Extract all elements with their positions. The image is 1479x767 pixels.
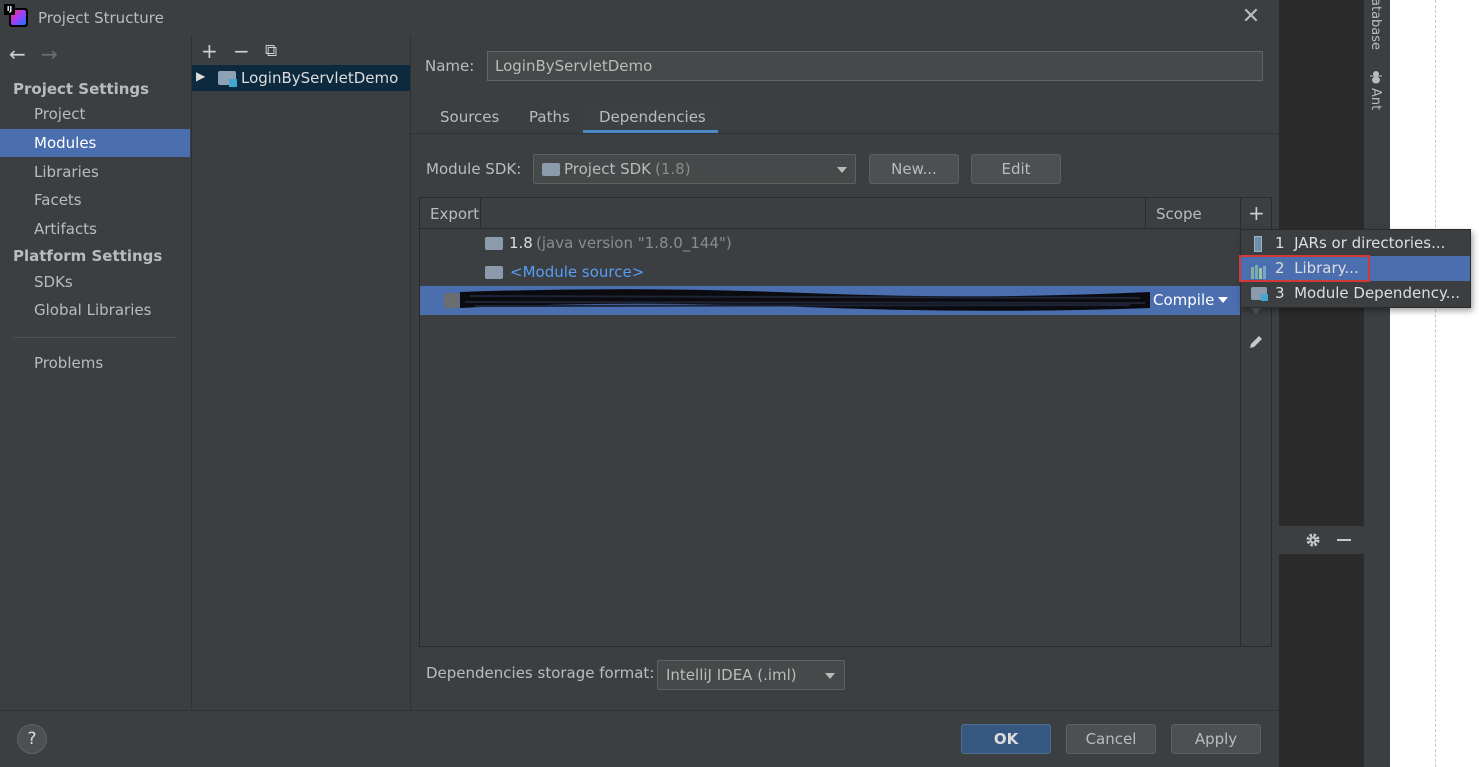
sidebar-item-global-libraries[interactable]: Global Libraries	[0, 296, 190, 324]
sidebar-item-libraries[interactable]: Libraries	[0, 158, 190, 186]
module-source-folder-icon	[485, 266, 503, 279]
table-header	[420, 198, 1240, 229]
menu-item-module-dependency[interactable]: 3 Module Dependency...	[1241, 281, 1470, 306]
tabs-divider	[411, 133, 1279, 134]
storage-format-value: IntelliJ IDEA (.iml)	[666, 666, 797, 684]
move-down-icon[interactable]	[1251, 308, 1261, 314]
chevron-down-icon	[825, 673, 835, 679]
storage-format-dropdown[interactable]: IntelliJ IDEA (.iml)	[657, 660, 845, 690]
sidebar-item-problems[interactable]: Problems	[0, 349, 190, 377]
cancel-button[interactable]: Cancel	[1066, 724, 1156, 754]
module-sdk-label: Module SDK:	[426, 160, 522, 178]
menu-item-number: 1	[1275, 234, 1285, 252]
add-dependency-icon[interactable]: +	[1248, 201, 1265, 225]
tab-dependencies[interactable]: Dependencies	[599, 108, 706, 126]
scope-column-header[interactable]: Scope	[1156, 205, 1202, 223]
jdk-folder-icon	[485, 237, 503, 250]
footer-divider	[0, 710, 1279, 711]
column-divider	[1145, 198, 1146, 228]
sidebar-item-modules[interactable]: Modules	[0, 129, 190, 157]
new-sdk-button[interactable]: New...	[869, 154, 959, 184]
ide-margin-line	[1435, 0, 1436, 767]
window-title: Project Structure	[38, 9, 164, 27]
tab-paths[interactable]: Paths	[529, 108, 570, 126]
help-button[interactable]: ?	[17, 724, 47, 754]
ant-icon	[1369, 70, 1383, 84]
chevron-down-icon	[837, 167, 847, 173]
sdk-folder-icon	[542, 163, 560, 176]
module-badge-icon	[1261, 294, 1268, 301]
sdk-value: Project SDK	[564, 160, 651, 178]
sidebar-item-facets[interactable]: Facets	[0, 186, 190, 214]
tree-item-label: LoginByServletDemo	[241, 69, 399, 87]
tab-sources[interactable]: Sources	[440, 108, 499, 126]
dependency-detail: (java version "1.8.0_144")	[536, 234, 732, 252]
sidebar-item-artifacts[interactable]: Artifacts	[0, 215, 190, 243]
module-source-link[interactable]: <Module source>	[510, 263, 644, 281]
ant-tool-label[interactable]: Ant	[1368, 88, 1383, 110]
gear-icon[interactable]	[1304, 531, 1322, 549]
active-tab-indicator	[583, 130, 718, 133]
apply-button[interactable]: Apply	[1171, 724, 1261, 754]
sidebar-item-project[interactable]: Project	[0, 100, 190, 128]
ide-right-toolstrip: atabase Ant	[1364, 0, 1390, 767]
expand-arrow-icon[interactable]: ▶	[196, 69, 205, 83]
scope-chevron-down-icon[interactable]	[1218, 297, 1228, 303]
red-highlight-box	[1239, 255, 1370, 282]
database-tool-label[interactable]: atabase	[1368, 0, 1383, 50]
edit-sdk-button[interactable]: Edit	[971, 154, 1061, 184]
module-name-field[interactable]	[487, 51, 1263, 81]
jar-icon	[1254, 236, 1262, 252]
menu-item-label: JARs or directories...	[1294, 234, 1446, 252]
ok-button[interactable]: OK	[961, 724, 1051, 754]
name-label: Name:	[425, 57, 475, 75]
scope-value[interactable]: Compile	[1153, 291, 1214, 309]
column-divider	[480, 198, 481, 228]
module-tree-panel	[192, 36, 411, 710]
export-checkbox[interactable]	[444, 293, 459, 308]
project-settings-header: Project Settings	[13, 80, 150, 98]
menu-item-number: 3	[1275, 284, 1285, 302]
platform-settings-header: Platform Settings	[13, 247, 163, 265]
menu-item-label: Module Dependency...	[1294, 284, 1460, 302]
copy-module-icon[interactable]: ⧉	[265, 41, 277, 61]
sdk-version: (1.8)	[655, 160, 691, 178]
close-icon[interactable]: ✕	[1240, 6, 1262, 28]
title-bar	[0, 0, 1279, 36]
storage-format-label: Dependencies storage format:	[426, 664, 655, 682]
sidebar-divider	[14, 337, 176, 338]
forward-arrow-icon[interactable]: →	[41, 42, 58, 66]
add-module-icon[interactable]: +	[201, 39, 218, 63]
module-sdk-dropdown[interactable]: Project SDK (1.8)	[533, 154, 856, 184]
intellij-logo-text: IJ	[4, 4, 15, 15]
back-arrow-icon[interactable]: ←	[9, 42, 26, 66]
export-column-header[interactable]: Export	[430, 205, 479, 223]
pencil-icon[interactable]	[1247, 333, 1265, 351]
minimize-icon[interactable]	[1337, 539, 1351, 541]
dependency-name[interactable]: 1.8	[509, 234, 533, 252]
remove-module-icon[interactable]: −	[233, 39, 250, 63]
module-badge-icon	[229, 79, 237, 87]
menu-item-jars[interactable]: 1 JARs or directories...	[1241, 231, 1470, 256]
sidebar-item-sdks[interactable]: SDKs	[0, 268, 190, 296]
ide-panel-toolbar	[1279, 525, 1364, 554]
redacted-scribble	[460, 289, 1150, 311]
